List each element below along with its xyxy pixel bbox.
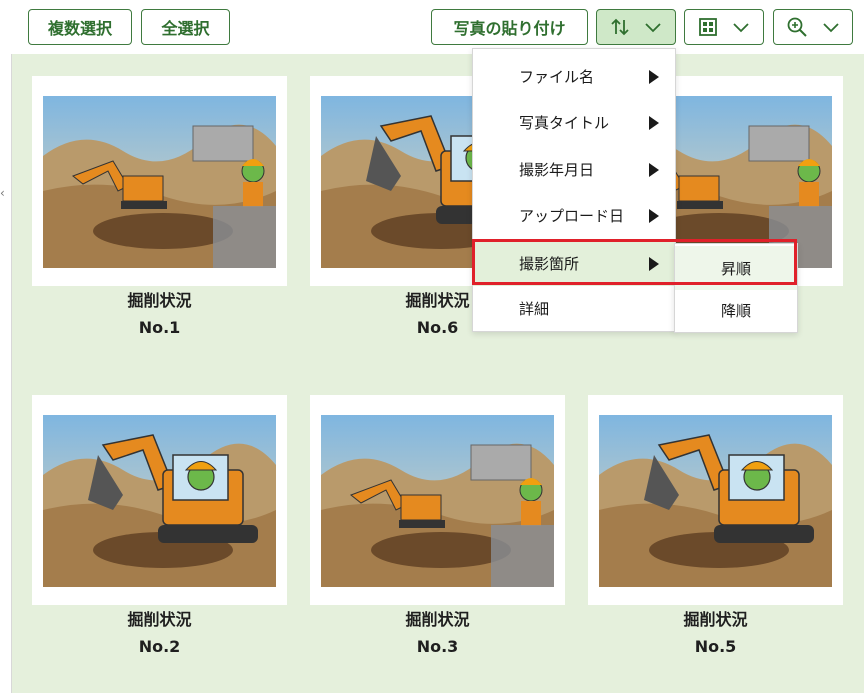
excavation-photo: [43, 415, 276, 587]
sort-descending-label: 降順: [720, 301, 751, 320]
sort-option-label: 撮影箇所: [519, 254, 580, 273]
select-all-label: 全選択: [161, 19, 210, 38]
sort-option-label: 詳細: [519, 299, 550, 318]
sort-descending-option[interactable]: 降順: [675, 288, 797, 332]
sort-option-label: アップロード日: [519, 206, 625, 225]
zoom-dropdown-button[interactable]: [773, 9, 853, 45]
photo-thumbnail[interactable]: [43, 96, 276, 268]
multi-select-button[interactable]: 複数選択: [28, 9, 132, 45]
paste-photo-label: 写真の貼り付け: [453, 19, 566, 38]
submenu-arrow-icon: [649, 116, 659, 130]
zoom-in-icon: [787, 17, 807, 37]
panel-collapse-handle[interactable]: ‹: [0, 186, 8, 220]
photo-card[interactable]: 掘削状況 No.3: [310, 395, 565, 659]
photo-thumbnail[interactable]: [43, 415, 276, 587]
sort-ascending-label: 昇順: [720, 259, 751, 278]
photo-number: No.1: [138, 318, 181, 337]
toolbar: 複数選択 全選択 写真の貼り付け: [0, 0, 864, 54]
photo-grid: 掘削状況 No.1 掘削状況 No.6 掘削状況 No.2 掘削状況 No.3 掘削状況 No.5: [12, 54, 864, 693]
excavation-photo: [599, 415, 832, 587]
photo-title: 掘削状況: [683, 610, 748, 629]
sort-option-label: 撮影年月日: [519, 160, 595, 179]
paste-photo-button[interactable]: 写真の貼り付け: [431, 9, 588, 45]
photo-thumbnail[interactable]: [321, 415, 554, 587]
submenu-arrow-icon: [649, 70, 659, 84]
photo-title: 掘削状況: [405, 610, 470, 629]
photo-card[interactable]: 掘削状況 No.2: [32, 395, 287, 659]
sort-option-shooting-date[interactable]: 撮影年月日: [473, 146, 675, 192]
photo-thumbnail-frame[interactable]: [310, 395, 565, 605]
sort-option-upload-date[interactable]: アップロード日: [473, 192, 675, 238]
multi-select-label: 複数選択: [47, 19, 112, 38]
sort-order-submenu: 昇順 降順: [674, 243, 798, 333]
excavation-photo: [321, 415, 554, 587]
photo-thumbnail-frame[interactable]: [32, 395, 287, 605]
photo-number: No.2: [138, 637, 181, 656]
select-all-button[interactable]: 全選択: [141, 9, 230, 45]
photo-thumbnail-frame[interactable]: [588, 395, 843, 605]
photo-number: No.5: [694, 637, 737, 656]
chevron-down-icon: [645, 23, 661, 33]
photo-card[interactable]: 掘削状況 No.1: [32, 76, 287, 340]
sort-option-label: 写真タイトル: [519, 113, 610, 132]
photo-thumbnail-frame[interactable]: [32, 76, 287, 286]
sort-icon: [611, 18, 629, 36]
photo-title: 掘削状況: [127, 291, 192, 310]
photo-thumbnail[interactable]: [599, 415, 832, 587]
excavation-photo: [43, 96, 276, 268]
sort-ascending-option[interactable]: 昇順: [675, 246, 797, 290]
sort-option-file-name[interactable]: ファイル名: [473, 53, 675, 99]
photo-card[interactable]: 掘削状況 No.5: [588, 395, 843, 659]
submenu-arrow-icon: [649, 163, 659, 177]
chevron-down-icon: [733, 23, 749, 33]
left-panel-edge: ‹: [0, 54, 12, 693]
photo-title: 掘削状況: [127, 610, 192, 629]
sort-option-photo-title[interactable]: 写真タイトル: [473, 99, 675, 145]
grid-view-icon: [699, 18, 717, 36]
sort-option-shooting-location[interactable]: 撮影箇所: [473, 240, 675, 286]
sort-menu: ファイル名 写真タイトル 撮影年月日 アップロード日 撮影箇所 詳細: [472, 48, 676, 332]
sort-option-details[interactable]: 詳細: [473, 285, 675, 331]
submenu-arrow-icon: [649, 257, 659, 271]
photo-number: No.3: [416, 637, 459, 656]
sort-option-label: ファイル名: [519, 67, 595, 86]
submenu-arrow-icon: [649, 209, 659, 223]
chevron-down-icon: [823, 23, 839, 33]
view-layout-dropdown-button[interactable]: [684, 9, 764, 45]
sort-dropdown-button[interactable]: [596, 9, 676, 45]
